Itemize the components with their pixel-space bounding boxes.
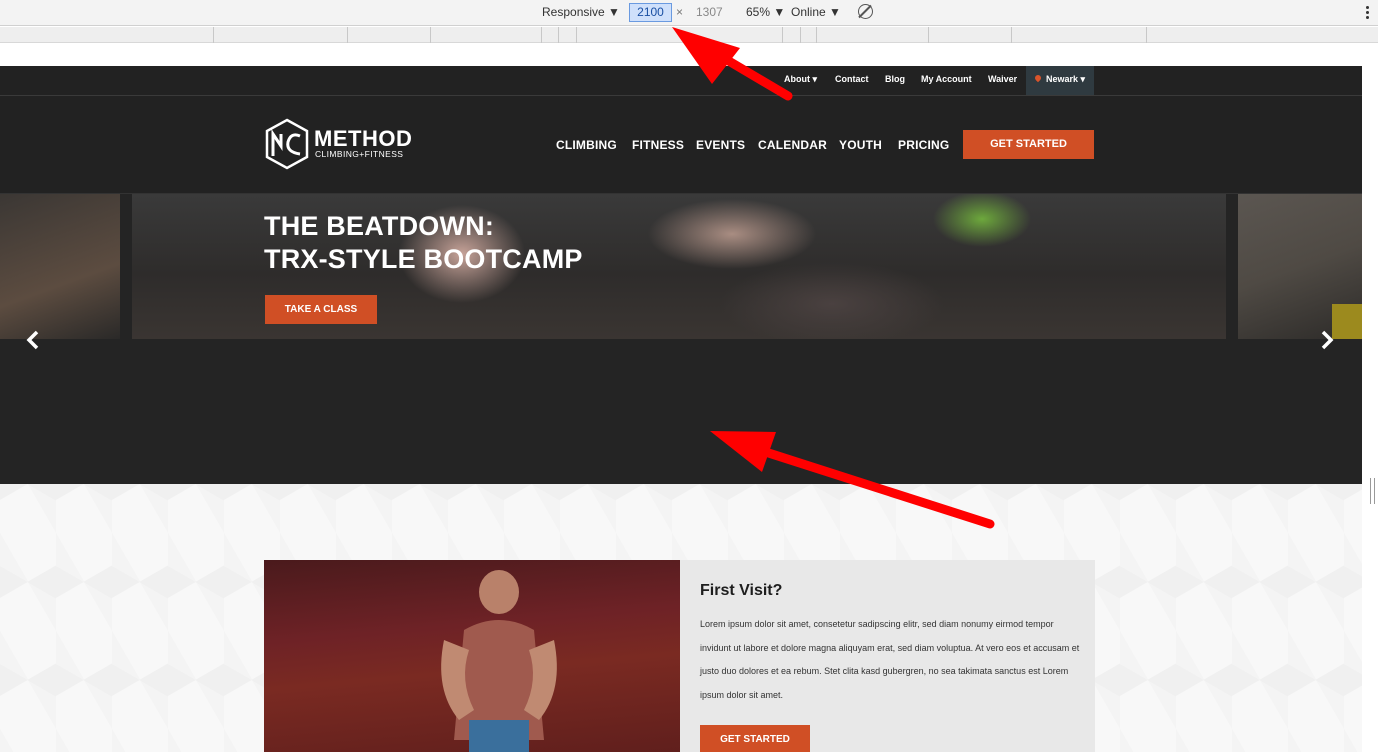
hero-photo-next-slide [1238, 194, 1362, 339]
height-input[interactable]: 1307 [696, 5, 723, 19]
page-viewport: About ▾ Contact Blog My Account Waiver N… [0, 66, 1362, 752]
more-options-icon[interactable] [1366, 6, 1369, 20]
topbar-link-contact[interactable]: Contact [835, 74, 869, 84]
map-pin-icon [1033, 73, 1043, 83]
nav-events[interactable]: EVENTS [696, 138, 745, 152]
first-visit-title: First Visit? [700, 582, 783, 599]
devtools-toolbar: Responsive ▼ 2100 × 1307 65% ▼ Online ▼ [0, 0, 1378, 26]
nav-pricing[interactable]: PRICING [898, 138, 949, 152]
device-select[interactable]: Responsive ▼ [542, 5, 620, 19]
slider-next-icon[interactable] [1320, 330, 1334, 350]
zoom-select[interactable]: 65% ▼ [746, 5, 785, 19]
location-selector[interactable]: Newark ▾ [1026, 66, 1094, 95]
network-select[interactable]: Online ▼ [791, 5, 841, 19]
topbar-link-waiver[interactable]: Waiver [988, 74, 1017, 84]
slider-prev-icon[interactable] [26, 330, 40, 350]
hero-title: THE BEATDOWN: TRX-STYLE BOOTCAMP [264, 210, 583, 276]
viewport-gutter [1362, 44, 1378, 752]
topbar-link-about[interactable]: About ▾ [784, 74, 817, 85]
first-visit-body: Lorem ipsum dolor sit amet, consetetur s… [700, 619, 1080, 700]
take-a-class-button[interactable]: TAKE A CLASS [265, 295, 377, 324]
nav-fitness[interactable]: FITNESS [632, 138, 684, 152]
topbar-link-my-account[interactable]: My Account [921, 74, 972, 84]
climber-figure [441, 570, 557, 752]
logo-tagline: CLIMBING+FITNESS [315, 149, 404, 159]
resize-handle[interactable] [1370, 478, 1375, 504]
first-visit-get-started-button[interactable]: GET STARTED [700, 725, 810, 752]
hero-slider: THE BEATDOWN: TRX-STYLE BOOTCAMP TAKE A … [0, 194, 1362, 484]
hero-title-line-2: TRX-STYLE BOOTCAMP [264, 244, 583, 274]
nav-climbing[interactable]: CLIMBING [556, 138, 617, 152]
hero-title-line-1: THE BEATDOWN: [264, 211, 495, 241]
nav-youth[interactable]: YOUTH [839, 138, 882, 152]
logo-icon[interactable] [264, 118, 310, 170]
get-started-button[interactable]: GET STARTED [963, 130, 1094, 159]
first-visit-photo [264, 560, 680, 752]
width-input[interactable]: 2100 [629, 3, 672, 22]
topbar-link-blog[interactable]: Blog [885, 74, 905, 84]
hero-photo-prev-slide [0, 194, 120, 339]
media-query-bar[interactable] [0, 27, 1378, 43]
rotate-icon[interactable] [858, 4, 873, 19]
dimension-separator: × [676, 5, 684, 19]
hero-photo [0, 194, 1362, 339]
utility-bar: About ▾ Contact Blog My Account Waiver N… [0, 66, 1362, 96]
location-label: Newark ▾ [1046, 74, 1086, 84]
nav-calendar[interactable]: CALENDAR [758, 138, 827, 152]
